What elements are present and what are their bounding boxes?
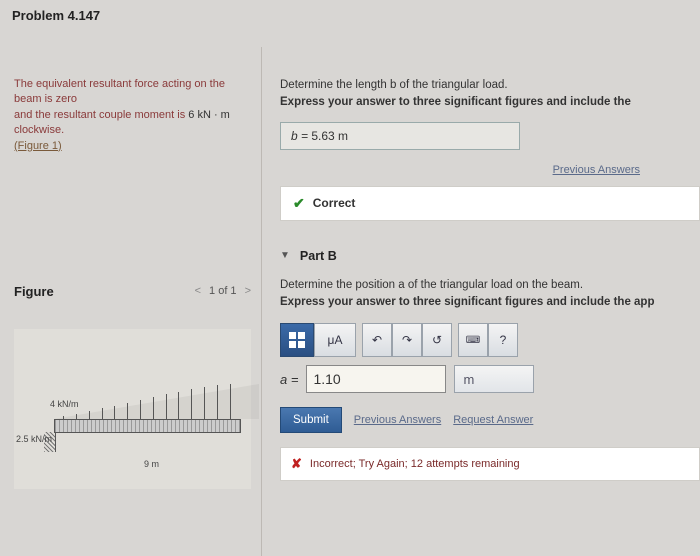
figure-header: Figure < 1 of 1 > xyxy=(14,284,251,299)
redo-button[interactable]: ↷ xyxy=(392,323,422,357)
part-b-prompt: Determine the position a of the triangul… xyxy=(280,277,700,312)
figure-position: 1 of 1 xyxy=(209,285,237,297)
figure-label: Figure xyxy=(14,284,54,299)
answer-var-b: b = xyxy=(291,129,311,143)
load-arrows xyxy=(54,384,237,419)
part-b-question: Determine the position a of the triangul… xyxy=(280,279,583,291)
caret-down-icon: ▼ xyxy=(280,250,290,261)
part-b-instruct: Express your answer to three significant… xyxy=(280,296,654,308)
answer-toolbar: μΑ ↶ ↷ ↺ ⌨ ? xyxy=(280,323,700,357)
figure-prev[interactable]: < xyxy=(195,285,201,297)
figure-link[interactable]: (Figure 1) xyxy=(14,140,62,152)
part-b-label: Part B xyxy=(300,249,337,263)
figure-nav: < 1 of 1 > xyxy=(195,285,251,297)
submit-button[interactable]: Submit xyxy=(280,407,342,433)
answer-val-b: 5.63 m xyxy=(311,129,348,143)
templates-button[interactable] xyxy=(280,323,314,357)
label-25kn: 2.5 kN/m xyxy=(16,434,52,444)
main: The equivalent resultant force acting on… xyxy=(0,47,700,556)
part-b-feedback: ✘ Incorrect; Try Again; 12 attempts rema… xyxy=(280,447,700,481)
figure-next[interactable]: > xyxy=(245,285,251,297)
units-button[interactable]: μΑ xyxy=(314,323,356,357)
right-column: Determine the length b of the triangular… xyxy=(262,47,700,556)
undo-button[interactable]: ↶ xyxy=(362,323,392,357)
intro-line2: and the resultant couple moment is xyxy=(14,109,188,121)
x-icon: ✘ xyxy=(291,456,302,472)
label-9m: 9 m xyxy=(144,459,159,469)
part-b-answer-row: a = m xyxy=(280,365,700,393)
check-icon: ✔ xyxy=(293,195,305,212)
part-a-instruct: Express your answer to three significant… xyxy=(280,96,631,108)
left-column: The equivalent resultant force acting on… xyxy=(0,47,262,556)
part-b-header[interactable]: ▼ Part B xyxy=(280,249,700,263)
keyboard-button[interactable]: ⌨ xyxy=(458,323,488,357)
intro-line1: The equivalent resultant force acting on… xyxy=(14,78,225,105)
intro-dir: clockwise. xyxy=(14,124,64,136)
help-button[interactable]: ? xyxy=(488,323,518,357)
intro-moment: 6 kN · m xyxy=(188,109,230,121)
problem-title: Problem 4.147 xyxy=(0,0,700,27)
part-b-previous-answers[interactable]: Previous Answers xyxy=(354,414,441,426)
correct-label: Correct xyxy=(313,196,356,210)
answer-var-a: a = xyxy=(280,372,298,387)
submit-row: Submit Previous Answers Request Answer xyxy=(280,407,700,433)
part-a: Determine the length b of the triangular… xyxy=(280,47,700,221)
request-answer[interactable]: Request Answer xyxy=(453,414,533,426)
problem-intro: The equivalent resultant force acting on… xyxy=(14,47,251,154)
part-a-answer-box: b = 5.63 m xyxy=(280,122,520,150)
part-a-question: Determine the length b of the triangular… xyxy=(280,79,508,91)
feedback-text: Incorrect; Try Again; 12 attempts remain… xyxy=(310,458,520,470)
part-a-previous-answers[interactable]: Previous Answers xyxy=(280,164,640,176)
part-a-feedback: ✔ Correct xyxy=(280,186,700,221)
label-4kn: 4 kN/m xyxy=(50,399,79,409)
part-a-prompt: Determine the length b of the triangular… xyxy=(280,47,700,112)
beam xyxy=(54,419,241,433)
figure-canvas: 4 kN/m 2.5 kN/m 9 m xyxy=(14,329,251,489)
answer-input[interactable] xyxy=(306,365,446,393)
reset-button[interactable]: ↺ xyxy=(422,323,452,357)
unit-selector[interactable]: m xyxy=(454,365,534,393)
